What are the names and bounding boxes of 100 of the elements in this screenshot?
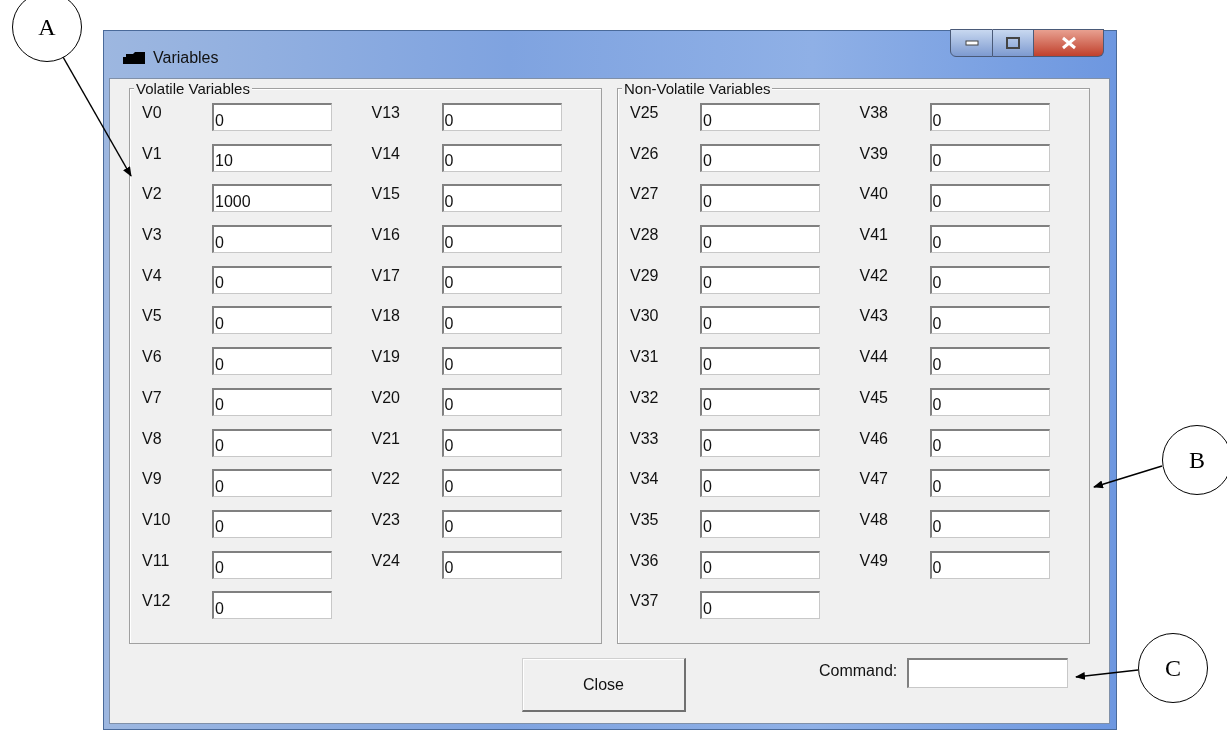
variable-field[interactable]: 0	[212, 387, 332, 416]
variable-field[interactable]: 0	[700, 265, 820, 294]
variable-label: V47	[859, 470, 889, 489]
variable-field[interactable]: 0	[700, 143, 820, 172]
variable-field[interactable]: 0	[441, 143, 562, 172]
variable-field[interactable]: 0	[441, 550, 562, 579]
variable-field[interactable]: 0	[700, 469, 820, 498]
variable-field[interactable]: 0	[212, 225, 332, 254]
variable-label: V9	[142, 470, 163, 489]
variable-field[interactable]: 0	[700, 347, 820, 376]
variable-label: V39	[859, 144, 889, 163]
variable-field[interactable]: 0	[441, 509, 562, 538]
window-close-button[interactable]	[1034, 29, 1104, 57]
variable-field[interactable]: 0	[212, 103, 332, 131]
variable-field[interactable]: 0	[700, 225, 820, 254]
callout-label: A	[12, 0, 82, 62]
variable-label: V7	[142, 388, 163, 407]
variable-label: V28	[630, 226, 660, 245]
variable-field[interactable]: 0	[929, 103, 1050, 131]
variable-field[interactable]: 0	[700, 591, 820, 620]
variable-field[interactable]: 0	[212, 509, 332, 538]
variable-label: V14	[371, 144, 401, 163]
variable-label: V11	[142, 551, 171, 570]
command-field[interactable]	[907, 658, 1069, 688]
variable-field[interactable]: 0	[929, 550, 1050, 579]
variable-field[interactable]: 0	[700, 306, 820, 335]
variable-field[interactable]: 0	[700, 509, 820, 538]
variable-label: V37	[630, 592, 660, 611]
variable-field[interactable]: 0	[929, 265, 1050, 294]
variable-field[interactable]: 0	[212, 550, 332, 579]
variable-label: V8	[142, 429, 163, 448]
variable-field[interactable]: 0	[212, 469, 332, 498]
variable-label: V13	[371, 104, 401, 122]
callout-label: B	[1162, 425, 1227, 495]
variable-label: V15	[371, 185, 401, 204]
variable-field[interactable]: 0	[441, 347, 562, 376]
variable-label: V10	[142, 510, 172, 529]
variable-label: V32	[630, 388, 660, 407]
variable-label: V31	[630, 348, 660, 367]
variable-label: V49	[859, 551, 889, 570]
variable-field[interactable]: 10	[212, 143, 332, 172]
variable-field[interactable]: 0	[929, 143, 1050, 172]
variable-field[interactable]: 0	[441, 225, 562, 254]
variable-label: V26	[630, 144, 660, 163]
variable-label: V25	[630, 104, 660, 122]
variable-label: V45	[859, 388, 889, 407]
variable-label: V30	[630, 307, 660, 326]
variable-field[interactable]: 0	[212, 591, 332, 620]
variable-field[interactable]: 0	[212, 347, 332, 376]
variable-label: V42	[859, 266, 889, 285]
variable-field[interactable]: 0	[212, 428, 332, 457]
variable-field[interactable]: 1000	[212, 184, 332, 213]
variable-field[interactable]: 0	[441, 387, 562, 416]
variable-field[interactable]: 0	[929, 469, 1050, 498]
group-title: Non-Volatile Variables	[622, 80, 773, 97]
variable-label: V36	[630, 551, 660, 570]
maximize-button[interactable]	[993, 29, 1034, 57]
variable-field[interactable]: 0	[929, 225, 1050, 254]
variable-field[interactable]: 0	[441, 469, 562, 498]
variable-field[interactable]: 0	[700, 550, 820, 579]
variable-label: V40	[859, 185, 889, 204]
variable-field[interactable]: 0	[700, 184, 820, 213]
variable-field[interactable]: 0	[929, 184, 1050, 213]
variable-field[interactable]: 0	[929, 428, 1050, 457]
maximize-icon	[1006, 37, 1020, 49]
folder-icon	[123, 51, 147, 64]
variable-field[interactable]: 0	[929, 387, 1050, 416]
variable-label: V38	[859, 104, 889, 122]
variable-label: V18	[371, 307, 401, 326]
variable-field[interactable]: 0	[929, 306, 1050, 335]
variable-label: V3	[142, 226, 163, 245]
variable-label: V0	[142, 104, 163, 122]
variable-label: V1	[142, 144, 163, 163]
variable-field[interactable]: 0	[441, 306, 562, 335]
variable-field[interactable]: 0	[700, 103, 820, 131]
variable-field[interactable]: 0	[700, 387, 820, 416]
variable-field[interactable]: 0	[441, 184, 562, 213]
variable-field[interactable]: 0	[929, 347, 1050, 376]
variable-label: V46	[859, 429, 889, 448]
minimize-button[interactable]	[950, 29, 993, 57]
variable-label: V16	[371, 226, 401, 245]
variable-field[interactable]: 0	[441, 428, 562, 457]
variable-field[interactable]: 0	[441, 265, 562, 294]
variable-label: V48	[859, 510, 889, 529]
variable-label: V27	[630, 185, 660, 204]
close-icon	[1060, 36, 1077, 50]
variable-label: V17	[371, 266, 401, 285]
variable-label: V4	[142, 266, 163, 285]
variable-label: V41	[859, 226, 889, 245]
callout-label: C	[1138, 633, 1208, 703]
variable-field[interactable]: 0	[212, 306, 332, 335]
variable-field[interactable]: 0	[929, 509, 1050, 538]
variable-label: V24	[371, 551, 401, 570]
variable-field[interactable]: 0	[700, 428, 820, 457]
variable-label: V19	[371, 348, 401, 367]
variable-field[interactable]: 0	[212, 265, 332, 294]
variable-field[interactable]: 0	[441, 103, 562, 131]
minimize-icon	[964, 40, 979, 46]
close-button[interactable]: Close	[522, 658, 686, 712]
variable-label: V12	[142, 592, 172, 611]
